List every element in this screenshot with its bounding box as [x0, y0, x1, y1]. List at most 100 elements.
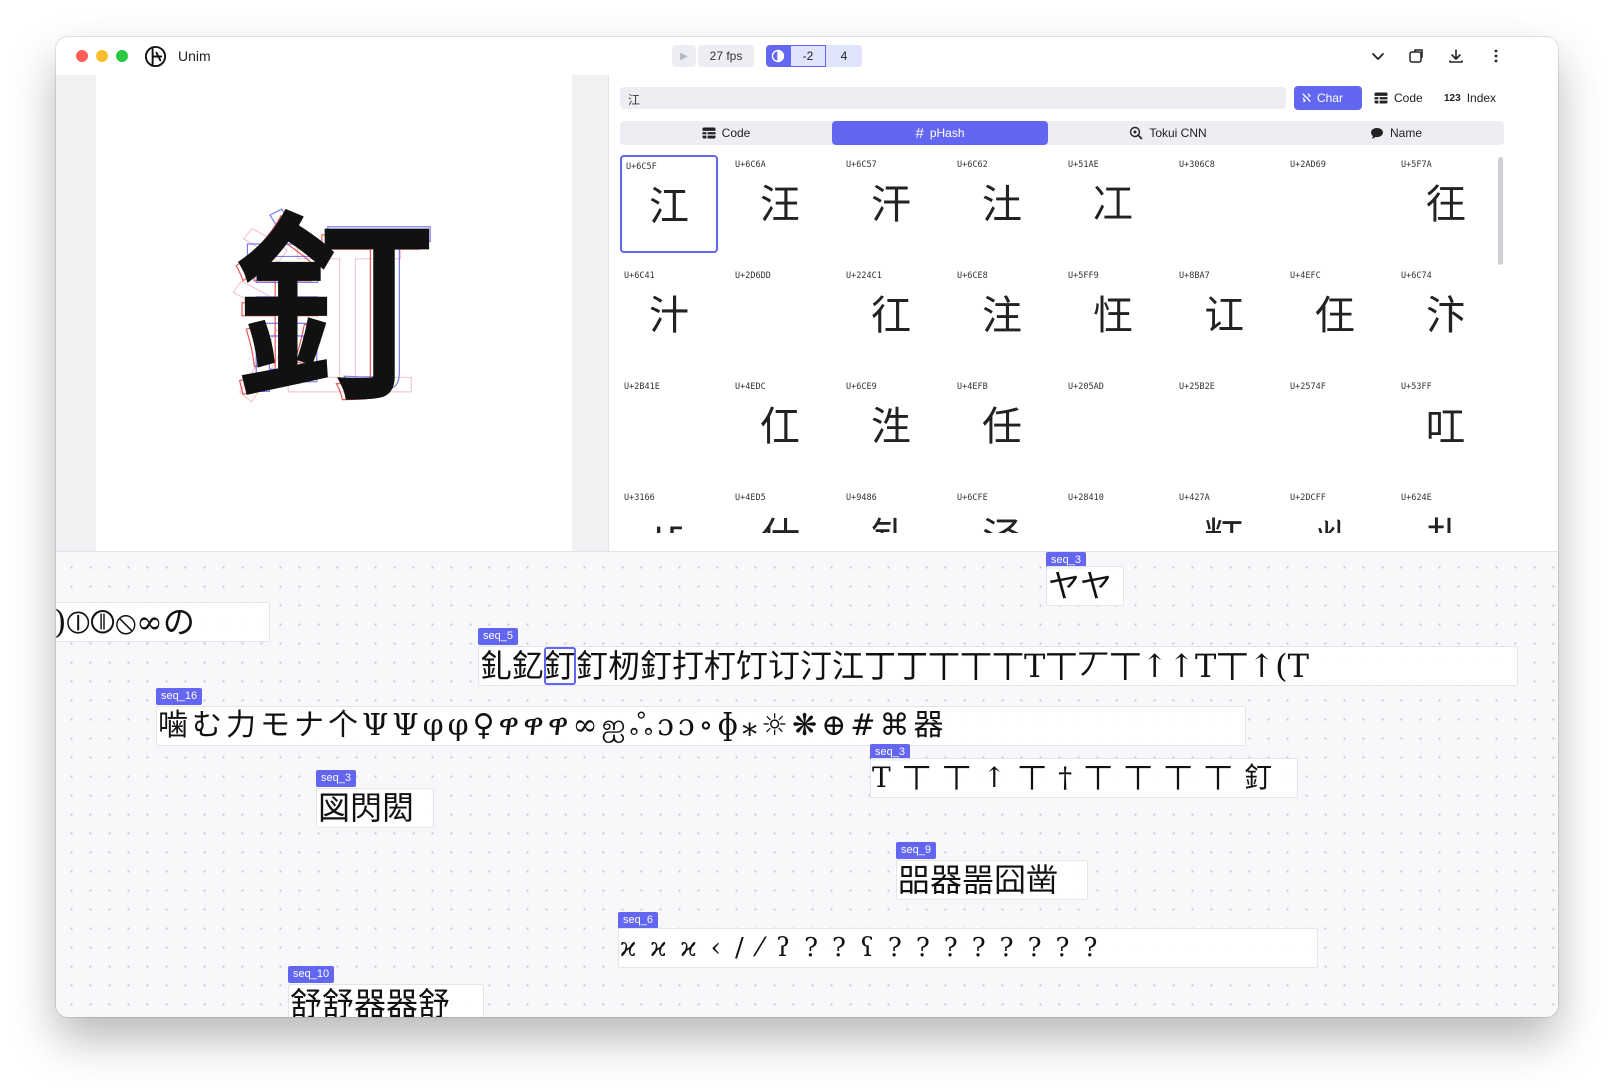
result-cell[interactable]: U+9486 钆	[842, 488, 940, 533]
result-cell[interactable]: U+3166 ㅦ	[620, 488, 718, 533]
result-glyph: 江	[622, 183, 716, 231]
result-codepoint: U+6C57	[846, 160, 877, 170]
result-codepoint: U+4EFB	[957, 382, 988, 392]
result-glyph: 汴	[1397, 292, 1495, 340]
result-glyph: 仜	[731, 403, 829, 451]
result-glyph: 汗	[842, 181, 940, 229]
overlay-toggle-button[interactable]	[766, 45, 790, 67]
result-cell[interactable]: U+224C1 𢓁	[842, 266, 940, 364]
result-cell[interactable]: U+6C6A 汪	[731, 155, 829, 253]
result-cell[interactable]: U+6CE9 泩	[842, 377, 940, 475]
result-glyph: 仕	[731, 514, 829, 533]
result-codepoint: U+2D6DD	[735, 271, 771, 281]
overlay-toggle-icon	[771, 49, 785, 63]
mode-code-button[interactable]: Code	[1366, 86, 1431, 110]
sequence-canvas[interactable]: )⦶⦷⦸∞の seq_3 ヤヤ seq_5 釓釔釘釘杒釘打朾饤订汀江丁丁丅丅丅T…	[56, 551, 1558, 1017]
result-glyph: 泾	[953, 514, 1051, 533]
sequence-strip: ϰϰϰ‹/⁄ʔ??ʕ????????	[618, 928, 1318, 968]
tab-tokui-cnn[interactable]: Tokui CNN	[1048, 121, 1288, 145]
result-cell[interactable]: U+4ED5 仕	[731, 488, 829, 533]
sequence-strip: T丅丅↑丅†丅丅丅丅釘	[870, 758, 1298, 798]
speech-bubble-icon	[1370, 127, 1384, 140]
results-grid: U+6C5F 江 U+6C6A 汪 U+6C57 汗 U+6C62 汢 U+51AE 冮 U+306…	[620, 155, 1510, 533]
result-glyph: 𥝏	[1286, 403, 1384, 451]
app-logo-icon	[144, 45, 167, 68]
result-cell[interactable]: U+4EFC 仼	[1286, 266, 1384, 364]
result-codepoint: U+28410	[1068, 493, 1104, 503]
offset-positive-field[interactable]: 4	[826, 45, 862, 67]
chevron-down-icon[interactable]	[1368, 46, 1388, 66]
result-cell[interactable]: U+205AD 𠖭	[1064, 377, 1162, 475]
result-cell[interactable]: U+6C41 汁	[620, 266, 718, 364]
result-cell[interactable]: U+6CFE 泾	[953, 488, 1051, 533]
tab-code-label: Code	[722, 126, 751, 140]
close-window-button[interactable]	[76, 50, 88, 62]
result-cell[interactable]: U+51AE 冮	[1064, 155, 1162, 253]
metric-tabs: Code # pHash Tokui CNN Name	[620, 121, 1504, 145]
result-cell[interactable]: U+306C8 𰛈	[1175, 155, 1273, 253]
result-cell[interactable]: U+53FF 叿	[1397, 377, 1495, 475]
result-cell[interactable]: U+8BA7 讧	[1175, 266, 1273, 364]
minimize-window-button[interactable]	[96, 50, 108, 62]
result-cell[interactable]: U+427A 䉺	[1175, 488, 1273, 533]
table-icon	[702, 127, 716, 139]
glyph-preview: 江 釘 訂 釘	[96, 75, 572, 551]
result-glyph: 𥬮	[1175, 403, 1273, 451]
offset-negative-field[interactable]: -2	[790, 45, 826, 67]
result-cell[interactable]: U+2D6DD 𭛝	[731, 266, 829, 364]
result-codepoint: U+2AD69	[1290, 160, 1326, 170]
tab-phash[interactable]: # pHash	[832, 121, 1048, 145]
pane-divider[interactable]	[608, 75, 609, 551]
result-glyph: 叿	[1397, 403, 1495, 451]
search-input[interactable]: 江	[620, 87, 1286, 109]
result-codepoint: U+6CFE	[957, 493, 988, 503]
tab-tokui-label: Tokui CNN	[1149, 126, 1206, 140]
result-glyph: 彺	[1397, 181, 1495, 229]
result-codepoint: U+2574F	[1290, 382, 1326, 392]
sequence-tag: seq_6	[618, 912, 658, 929]
brain-icon	[1129, 126, 1143, 140]
tab-name[interactable]: Name	[1288, 121, 1504, 145]
result-cell[interactable]: U+2AD69 𪵩	[1286, 155, 1384, 253]
sequence-tag: seq_5	[478, 628, 518, 645]
result-codepoint: U+2B41E	[624, 382, 660, 392]
result-cell[interactable]: U+2574F 𥝏	[1286, 377, 1384, 475]
more-menu-icon[interactable]	[1486, 46, 1506, 66]
result-cell[interactable]: U+2DCFF 𭳿	[1286, 488, 1384, 533]
result-cell[interactable]: U+6CE8 注	[953, 266, 1051, 364]
result-cell[interactable]: U+28410 𨐐	[1064, 488, 1162, 533]
result-glyph: 注	[953, 292, 1051, 340]
result-cell[interactable]: U+4EDC 仜	[731, 377, 829, 475]
download-icon[interactable]	[1446, 46, 1466, 66]
result-glyph: ㅦ	[620, 514, 718, 533]
result-codepoint: U+624E	[1401, 493, 1432, 503]
result-cell[interactable]: U+6C62 汢	[953, 155, 1051, 253]
result-glyph: 讧	[1175, 292, 1273, 340]
result-codepoint: U+4ED5	[735, 493, 766, 503]
results-scrollbar[interactable]	[1498, 157, 1503, 265]
result-glyph: 汢	[953, 181, 1051, 229]
result-codepoint: U+53FF	[1401, 382, 1432, 392]
result-cell[interactable]: U+5F7A 彺	[1397, 155, 1495, 253]
tab-code[interactable]: Code	[620, 121, 832, 145]
highlighted-glyph[interactable]: 釘	[544, 647, 576, 685]
result-cell[interactable]: U+2B41E 𫐞	[620, 377, 718, 475]
app-title: Unim	[178, 48, 211, 64]
export-window-icon[interactable]	[1406, 46, 1426, 66]
result-cell[interactable]: U+624E 扎	[1397, 488, 1495, 533]
result-cell[interactable]: U+6C5F 江	[620, 155, 718, 253]
mode-char-button[interactable]: ℵ Char	[1294, 86, 1362, 110]
play-button[interactable]: ▶	[672, 45, 696, 67]
result-cell[interactable]: U+6C57 汗	[842, 155, 940, 253]
result-codepoint: U+6CE8	[957, 271, 988, 281]
result-cell[interactable]: U+25B2E 𥬮	[1175, 377, 1273, 475]
table-icon	[1374, 92, 1388, 104]
zoom-window-button[interactable]	[116, 50, 128, 62]
mode-index-button[interactable]: 123 Index	[1436, 86, 1504, 110]
result-cell[interactable]: U+6C74 汴	[1397, 266, 1495, 364]
result-cell[interactable]: U+5FF9 忹	[1064, 266, 1162, 364]
result-codepoint: U+6C5F	[626, 162, 657, 172]
result-codepoint: U+6C62	[957, 160, 988, 170]
result-cell[interactable]: U+4EFB 任	[953, 377, 1051, 475]
result-glyph: 𰛈	[1175, 181, 1273, 229]
